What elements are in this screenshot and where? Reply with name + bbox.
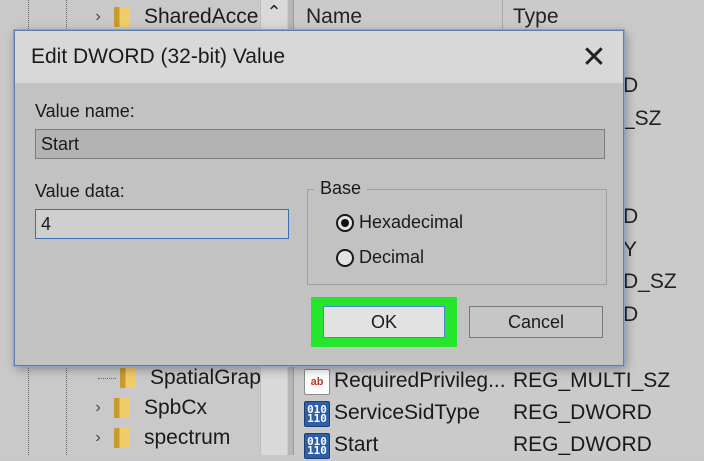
dialog-title-bar[interactable]: Edit DWORD (32-bit) Value ✕ — [15, 31, 623, 83]
tree-item-label: SpbCx — [144, 396, 208, 419]
value-data-input[interactable]: 4 — [35, 209, 289, 239]
value-data-label: Value data: — [35, 181, 125, 201]
list-item-start[interactable]: 010 110 Start REG_DWORD — [294, 429, 704, 461]
decimal-label: Decimal — [359, 247, 425, 267]
dialog-title: Edit DWORD (32-bit) Value — [31, 45, 286, 68]
tree-item-spectrum[interactable]: › spectrum — [88, 423, 230, 453]
tree-connector — [98, 377, 116, 379]
tree-item-spatialgraph[interactable]: SpatialGrap — [98, 363, 261, 393]
list-item-requiredprivileges[interactable]: ab RequiredPrivileg... REG_MULTI_SZ — [294, 365, 704, 397]
type-cell-fragment: D — [623, 205, 639, 228]
type-cell-fragment: D — [623, 74, 639, 97]
column-header-type[interactable]: Type — [513, 0, 559, 34]
value-name-cell: RequiredPrivileg... — [334, 369, 506, 392]
column-header-name[interactable]: Name — [306, 0, 362, 34]
tree-item-label: SpatialGrap — [150, 366, 261, 389]
scroll-up-icon[interactable]: ⌃ — [261, 2, 287, 23]
value-name-cell: ServiceSidType — [334, 401, 480, 424]
chevron-right-icon[interactable]: › — [88, 8, 108, 26]
tree-item-spbcx[interactable]: › SpbCx — [88, 393, 207, 423]
base-label: Base — [314, 178, 368, 199]
type-cell-fragment: D — [623, 303, 639, 326]
tree-item-label: spectrum — [144, 426, 231, 449]
edit-dword-dialog: Edit DWORD (32-bit) Value ✕ Value name: … — [14, 30, 624, 366]
list-item-servicesidtype[interactable]: 010 110 ServiceSidType REG_DWORD — [294, 397, 704, 429]
chevron-right-icon[interactable]: › — [88, 399, 108, 417]
radio-checked-icon[interactable] — [336, 213, 354, 232]
value-type-cell: REG_DWORD — [513, 433, 652, 456]
value-name-label: Value name: — [35, 101, 135, 121]
type-cell-fragment: Y — [623, 238, 638, 261]
type-cell-fragment: _SZ — [623, 107, 662, 130]
folder-icon — [114, 428, 130, 448]
folder-icon — [120, 368, 136, 388]
ok-button[interactable]: OK — [323, 306, 445, 338]
hexadecimal-radio[interactable]: Hexadecimal — [336, 212, 463, 233]
type-cell-fragment: D_SZ — [623, 270, 677, 293]
binary-value-icon: 010 110 — [304, 433, 330, 459]
binary-value-icon: 010 110 — [304, 401, 330, 427]
base-group: Base Hexadecimal Decimal — [307, 178, 607, 285]
cancel-button[interactable]: Cancel — [469, 306, 603, 338]
chevron-right-icon[interactable]: › — [88, 429, 108, 447]
folder-icon — [114, 398, 130, 418]
column-separator[interactable] — [502, 0, 503, 34]
hexadecimal-label: Hexadecimal — [359, 212, 464, 232]
string-value-icon: ab — [304, 369, 330, 395]
tree-item-label: SharedAcce — [144, 5, 259, 28]
value-type-cell: REG_MULTI_SZ — [513, 369, 671, 392]
tree-item-sharedaccess[interactable]: › SharedAcce — [88, 2, 258, 32]
value-type-cell: REG_DWORD — [513, 401, 652, 424]
decimal-radio[interactable]: Decimal — [336, 247, 424, 268]
close-icon[interactable]: ✕ — [565, 31, 623, 83]
folder-icon — [114, 7, 130, 27]
radio-unchecked-icon[interactable] — [336, 248, 354, 267]
value-name-cell: Start — [334, 433, 379, 456]
value-name-field[interactable]: Start — [35, 129, 605, 159]
